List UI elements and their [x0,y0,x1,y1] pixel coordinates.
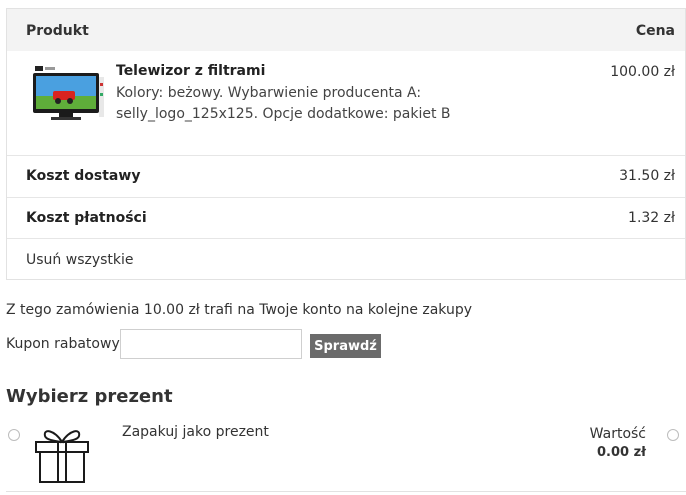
check-coupon-button[interactable]: Sprawdź [310,334,381,358]
payment-cost-row: Koszt płatności 1.32 zł [7,197,685,239]
coupon-label: Kupon rabatowy: [6,336,124,352]
gift-option-radio[interactable] [8,429,20,441]
product-price: 100.00 zł [610,64,675,80]
cart-table: Produkt Cena Telewizor z filtrami Kolory… [6,8,686,280]
payment-cost-value: 1.32 zł [628,210,675,226]
column-header-product: Produkt [26,23,89,39]
product-name[interactable]: Telewizor z filtrami [116,63,265,79]
gift-section-title: Wybierz prezent [6,386,173,407]
shipping-cost-value: 31.50 zł [619,168,675,184]
tv-product-image[interactable] [31,63,105,123]
product-description: Kolory: beżowy. Wybarwienie producenta A… [116,85,451,122]
payment-cost-label: Koszt płatności [26,210,147,226]
gift-value-label: Wartość [589,426,646,442]
section-divider [6,491,686,492]
remove-all-link[interactable]: Usuń wszystkie [26,252,134,268]
gift-option-radio-right[interactable] [667,429,679,441]
coupon-input[interactable] [120,329,302,359]
shipping-cost-label: Koszt dostawy [26,168,141,184]
gift-box-icon [35,430,89,483]
shipping-cost-row: Koszt dostawy 31.50 zł [7,155,685,197]
column-header-price: Cena [635,23,675,39]
gift-value: 0.00 zł [597,445,646,460]
remove-all-row: Usuń wszystkie [7,238,685,280]
gift-option-label: Zapakuj jako prezent [122,424,269,440]
loyalty-points-info: Z tego zamówienia 10.00 zł trafi na Twoj… [6,302,473,318]
cart-header: Produkt Cena [7,9,685,51]
